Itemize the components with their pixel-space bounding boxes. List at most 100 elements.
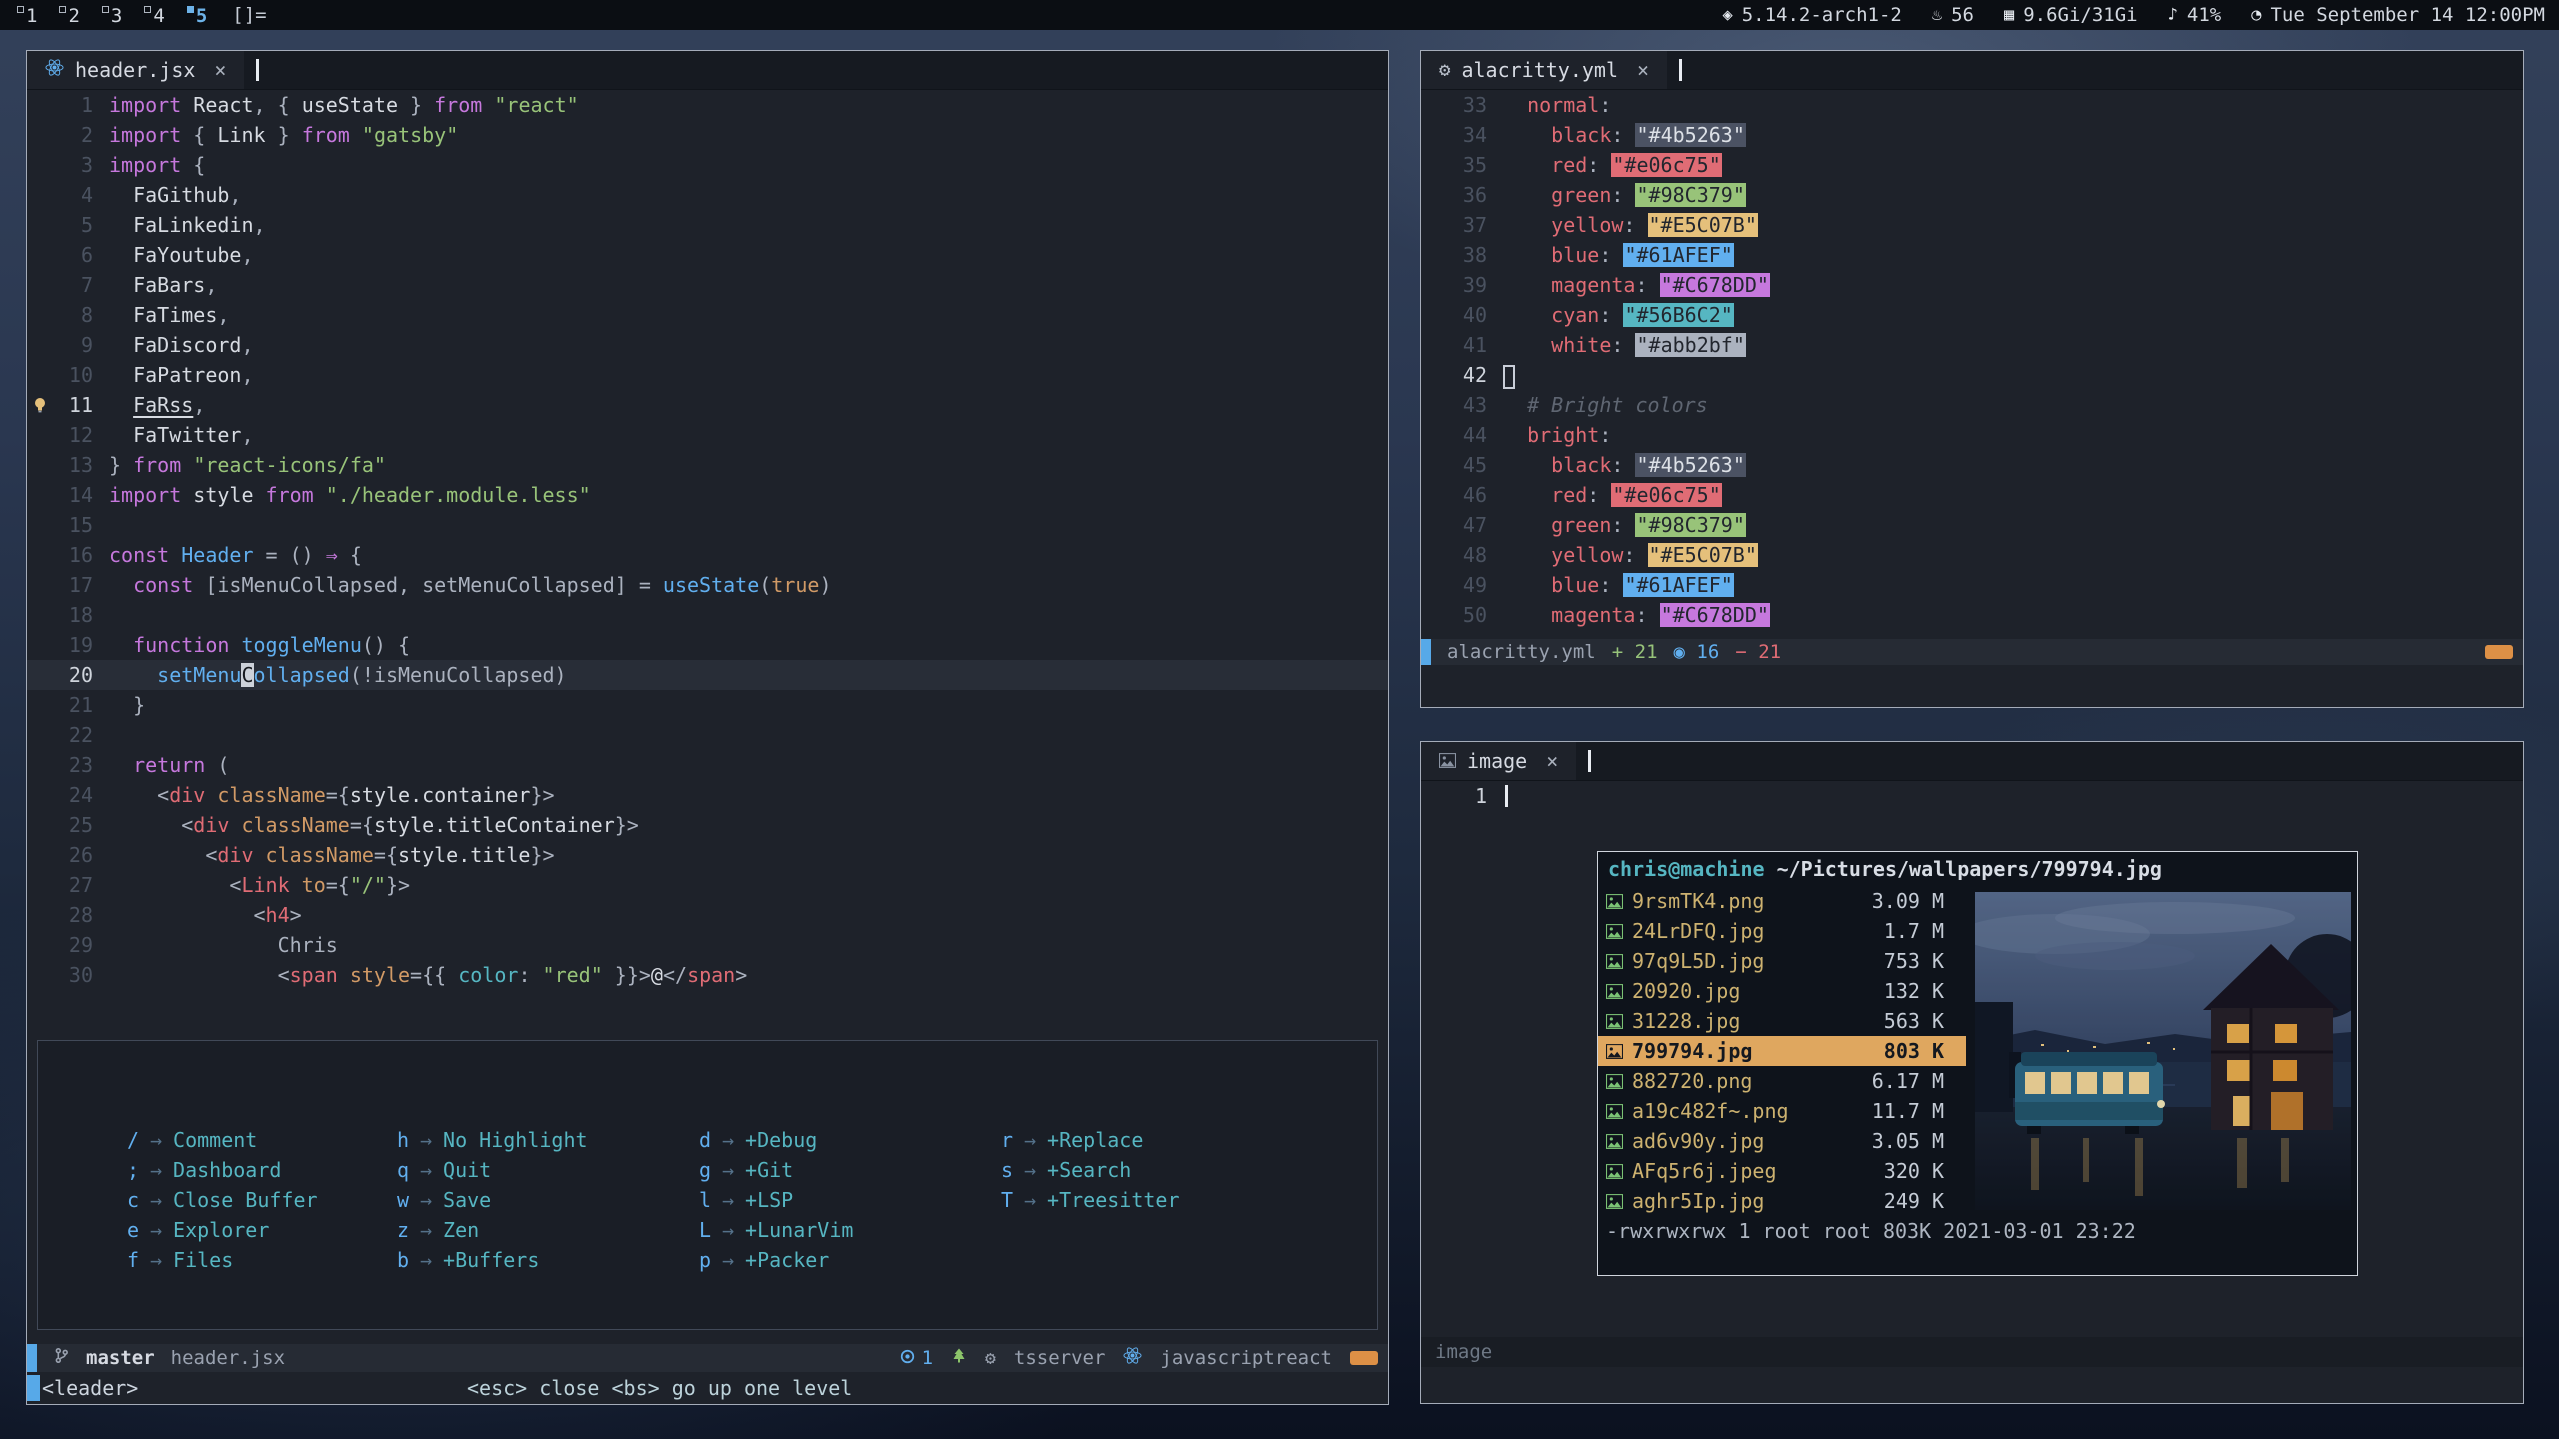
file-row[interactable]: 9rsmTK4.png3.09 M bbox=[1598, 886, 1966, 916]
code-line[interactable]: 18 bbox=[27, 600, 1388, 630]
workspace-tag-3[interactable]: 3 bbox=[99, 3, 131, 27]
workspace-tag-1[interactable]: 1 bbox=[14, 3, 46, 27]
code-line[interactable]: 22 bbox=[27, 720, 1388, 750]
code-line[interactable]: 36 green: "#98C379" bbox=[1421, 180, 2523, 210]
code-line[interactable]: 12 FaTwitter, bbox=[27, 420, 1388, 450]
file-row[interactable]: 97q9L5D.jpg753 K bbox=[1598, 946, 1966, 976]
code-buffer[interactable]: 1import React, { useState } from "react"… bbox=[27, 90, 1388, 990]
tab-header-jsx[interactable]: header.jsx × bbox=[27, 51, 244, 89]
code-line[interactable]: 3import { bbox=[27, 150, 1388, 180]
code-line[interactable]: 6 FaYoutube, bbox=[27, 240, 1388, 270]
tag-label: 2 bbox=[68, 5, 79, 27]
code-line[interactable]: 19 function toggleMenu() { bbox=[27, 630, 1388, 660]
code-line[interactable]: 17 const [isMenuCollapsed, setMenuCollap… bbox=[27, 570, 1388, 600]
code-line[interactable]: 38 blue: "#61AFEF" bbox=[1421, 240, 2523, 270]
code-line[interactable]: 8 FaTimes, bbox=[27, 300, 1388, 330]
file-name: 31228.jpg bbox=[1632, 1009, 1840, 1033]
file-row[interactable]: 799794.jpg803 K bbox=[1598, 1036, 1966, 1066]
code-buffer[interactable]: 1 bbox=[1421, 781, 2523, 811]
file-row[interactable]: 20920.jpg132 K bbox=[1598, 976, 1966, 1006]
tag-occupied-mark bbox=[102, 6, 109, 13]
which-key-item: /→Comment bbox=[124, 1125, 394, 1155]
code-line[interactable]: 23 return ( bbox=[27, 750, 1388, 780]
code-line[interactable]: 42 bbox=[1421, 360, 2523, 390]
tab-alacritty-yml[interactable]: ⚙ alacritty.yml × bbox=[1421, 51, 1667, 89]
line-number: 40 bbox=[1447, 300, 1487, 330]
workspace-tag-5[interactable]: 5 bbox=[184, 3, 216, 27]
code-line[interactable]: 5 FaLinkedin, bbox=[27, 210, 1388, 240]
close-icon[interactable]: × bbox=[1637, 58, 1649, 82]
line-number: 19 bbox=[53, 630, 93, 660]
code-line[interactable]: 46 red: "#e06c75" bbox=[1421, 480, 2523, 510]
file-row[interactable]: 882720.png6.17 M bbox=[1598, 1066, 1966, 1096]
code-line[interactable]: 1import React, { useState } from "react" bbox=[27, 90, 1388, 120]
code-line[interactable]: 34 black: "#4b5263" bbox=[1421, 120, 2523, 150]
tab-label: alacritty.yml bbox=[1461, 58, 1618, 82]
code-line[interactable]: 33 normal: bbox=[1421, 90, 2523, 120]
code-line[interactable]: 15 bbox=[27, 510, 1388, 540]
which-key-item: z→Zen bbox=[394, 1215, 696, 1245]
file-row[interactable]: AFq5r6j.jpeg320 K bbox=[1598, 1156, 1966, 1186]
file-list: 9rsmTK4.png3.09 M24LrDFQ.jpg1.7 M97q9L5D… bbox=[1598, 886, 1966, 1216]
file-manager-header: chris@machine ~/Pictures/wallpapers/7997… bbox=[1598, 852, 2357, 886]
which-key-description: +Debug bbox=[745, 1128, 817, 1152]
code-line[interactable]: 10 FaPatreon, bbox=[27, 360, 1388, 390]
line-number: 11 bbox=[53, 390, 93, 420]
code-line[interactable]: 40 cyan: "#56B6C2" bbox=[1421, 300, 2523, 330]
layout-symbol[interactable]: []= bbox=[232, 4, 266, 26]
code-line[interactable]: 24 <div className={style.container}> bbox=[27, 780, 1388, 810]
code-line[interactable]: 13} from "react-icons/fa" bbox=[27, 450, 1388, 480]
line-number: 17 bbox=[53, 570, 93, 600]
code-line[interactable]: 21 } bbox=[27, 690, 1388, 720]
code-line[interactable]: 27 <Link to={"/"}> bbox=[27, 870, 1388, 900]
line-number: 41 bbox=[1447, 330, 1487, 360]
close-icon[interactable]: × bbox=[1546, 749, 1558, 773]
code-line[interactable]: 4 FaGithub, bbox=[27, 180, 1388, 210]
code-line[interactable]: 29 Chris bbox=[27, 930, 1388, 960]
code-line[interactable]: 7 FaBars, bbox=[27, 270, 1388, 300]
file-row[interactable]: 31228.jpg563 K bbox=[1598, 1006, 1966, 1036]
code-line[interactable]: 37 yellow: "#E5C07B" bbox=[1421, 210, 2523, 240]
code-line[interactable]: 47 green: "#98C379" bbox=[1421, 510, 2523, 540]
code-line[interactable]: 14import style from "./header.module.les… bbox=[27, 480, 1388, 510]
code-buffer[interactable]: 33 normal:34 black: "#4b5263"35 red: "#e… bbox=[1421, 90, 2523, 630]
code-line[interactable]: 11 FaRss, bbox=[27, 390, 1388, 420]
workspace-tag-4[interactable]: 4 bbox=[141, 3, 173, 27]
tag-occupied-mark bbox=[17, 6, 24, 13]
which-key-key: q bbox=[394, 1158, 409, 1182]
code-line[interactable]: 43 # Bright colors bbox=[1421, 390, 2523, 420]
code-line[interactable]: 39 magenta: "#C678DD" bbox=[1421, 270, 2523, 300]
code-line[interactable]: 2import { Link } from "gatsby" bbox=[27, 120, 1388, 150]
file-row[interactable]: 24LrDFQ.jpg1.7 M bbox=[1598, 916, 1966, 946]
workspace-tag-2[interactable]: 2 bbox=[56, 3, 88, 27]
code-line[interactable]: 28 <h4> bbox=[27, 900, 1388, 930]
tab-image[interactable]: image × bbox=[1421, 742, 1576, 780]
file-row[interactable]: ad6v90y.jpg3.05 M bbox=[1598, 1126, 1966, 1156]
which-key-description: Explorer bbox=[173, 1218, 269, 1242]
code-line[interactable]: 49 blue: "#61AFEF" bbox=[1421, 570, 2523, 600]
code-line[interactable]: 44 bright: bbox=[1421, 420, 2523, 450]
code-line[interactable]: 20 setMenuCollapsed(!isMenuCollapsed) bbox=[27, 660, 1388, 690]
cmdline-cursor bbox=[27, 1375, 40, 1401]
close-icon[interactable]: × bbox=[214, 58, 226, 82]
system-status: ◈5.14.2-arch1-2♨56▦9.6Gi/31Gi♪41%◔Tue Se… bbox=[1722, 4, 2545, 26]
which-key-description: Dashboard bbox=[173, 1158, 281, 1182]
file-name: a19c482f~.png bbox=[1632, 1099, 1840, 1123]
code-line[interactable]: 9 FaDiscord, bbox=[27, 330, 1388, 360]
file-row[interactable]: a19c482f~.png11.7 M bbox=[1598, 1096, 1966, 1126]
file-row[interactable]: aghr5Ip.jpg249 K bbox=[1598, 1186, 1966, 1216]
code-line[interactable]: 41 white: "#abb2bf" bbox=[1421, 330, 2523, 360]
which-key-description: +Git bbox=[745, 1158, 793, 1182]
code-line[interactable]: 45 black: "#4b5263" bbox=[1421, 450, 2523, 480]
arrow-icon: → bbox=[722, 1218, 734, 1242]
image-file-icon bbox=[1606, 1194, 1632, 1209]
code-line[interactable]: 30 <span style={{ color: "red" }}>@</spa… bbox=[27, 960, 1388, 990]
code-line[interactable]: 48 yellow: "#E5C07B" bbox=[1421, 540, 2523, 570]
code-line[interactable]: 16const Header = () ⇒ { bbox=[27, 540, 1388, 570]
code-line[interactable]: 25 <div className={style.titleContainer}… bbox=[27, 810, 1388, 840]
code-line[interactable]: 50 magenta: "#C678DD" bbox=[1421, 600, 2523, 630]
code-line[interactable]: 35 red: "#e06c75" bbox=[1421, 150, 2523, 180]
code-line[interactable]: 26 <div className={style.title}> bbox=[27, 840, 1388, 870]
which-key-item: p→+Packer bbox=[696, 1245, 998, 1275]
file-name: 9rsmTK4.png bbox=[1632, 889, 1840, 913]
